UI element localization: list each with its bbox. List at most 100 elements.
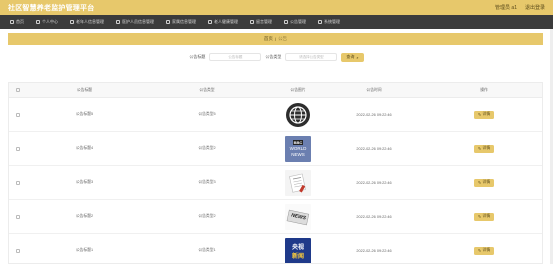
row-checkbox[interactable] xyxy=(16,248,20,253)
header-time[interactable]: 公告时间 xyxy=(324,88,424,93)
top-header: 社区智慧养老监护管理平台 管理员 a1 退出登录 xyxy=(0,0,553,15)
title-search-input[interactable]: 公告标题 xyxy=(209,53,262,61)
table-row: 公告标题3 公告类型3 2022-02-26 09:22:46 ✎ 详情 xyxy=(9,166,542,200)
bbc-news-text: NEWS xyxy=(291,152,305,157)
list-icon xyxy=(250,20,254,24)
nav-label: 系统管理 xyxy=(324,19,340,24)
table-row: 公告标题5 公告类型5 2022-02-26 09:22:46 ✎ 详情 xyxy=(9,98,542,132)
list-icon xyxy=(116,20,120,24)
edit-icon: ✎ xyxy=(477,147,482,151)
nav-label: 老人健康管理 xyxy=(214,19,238,24)
detail-button[interactable]: ✎ 详情 xyxy=(473,178,495,187)
cell-type: 公告类型2 xyxy=(198,214,216,218)
cell-title: 公告标题5 xyxy=(75,112,94,116)
announcement-table: 公告标题 公告类型 公告图片 公告时间 操作 公告标题5 公告类型5 2022-… xyxy=(8,82,543,264)
cctv-bottom-text: 新闻 xyxy=(291,253,304,260)
detail-button-label: 详情 xyxy=(482,214,491,218)
search-icon: ⌕ xyxy=(356,54,359,60)
nav-label: 个人中心 xyxy=(42,19,58,24)
edit-icon: ✎ xyxy=(477,113,482,117)
title-filter-label: 公告标题 xyxy=(189,54,206,59)
nav-family[interactable]: 家属信息管理 xyxy=(160,15,202,29)
cell-time: 2022-02-26 09:22:46 xyxy=(356,146,392,151)
cell-type: 公告类型3 xyxy=(198,180,216,184)
edit-icon: ✎ xyxy=(477,181,482,185)
cell-time: 2022-02-26 09:22:46 xyxy=(356,248,392,253)
detail-button[interactable]: ✎ 详情 xyxy=(473,110,495,119)
nav-medical[interactable]: 医护人员信息管理 xyxy=(110,15,160,29)
type-filter-label: 公告类型 xyxy=(265,54,282,59)
list-icon xyxy=(208,20,212,24)
home-icon xyxy=(10,20,14,24)
cell-title: 公告标题1 xyxy=(75,248,94,252)
cell-type: 公告类型2 xyxy=(198,146,216,150)
search-button-label: 查询 xyxy=(346,54,355,59)
detail-button[interactable]: ✎ 详情 xyxy=(473,212,495,221)
list-icon xyxy=(318,20,322,24)
cell-time: 2022-02-26 09:22:46 xyxy=(356,214,392,219)
announcement-image-newspaper[interactable] xyxy=(285,169,311,196)
breadcrumb-home[interactable]: 首页 xyxy=(264,36,273,42)
type-select[interactable]: 请选择公告类型 xyxy=(285,53,338,61)
nav-label: 医护人员信息管理 xyxy=(122,19,154,24)
header-action: 操作 xyxy=(480,87,488,92)
cell-type: 公告类型5 xyxy=(198,112,216,116)
search-button[interactable]: 查询 ⌕ xyxy=(341,52,364,62)
cell-type: 公告类型1 xyxy=(198,248,216,252)
announcement-image-globe[interactable] xyxy=(285,102,311,128)
detail-button-label: 详情 xyxy=(482,112,491,116)
list-icon xyxy=(284,20,288,24)
detail-button[interactable]: ✎ 详情 xyxy=(473,246,495,255)
list-icon xyxy=(166,20,170,24)
bbc-world-text: WORLD xyxy=(289,146,307,151)
cctv-top-text: 央视 xyxy=(291,244,304,251)
nav-label: 首页 xyxy=(16,19,24,24)
nav-messages[interactable]: 留言管理 xyxy=(244,15,278,29)
nav-system[interactable]: 系统管理 xyxy=(312,15,346,29)
nav-announcements[interactable]: 公告管理 xyxy=(278,15,312,29)
cell-time: 2022-02-26 09:22:46 xyxy=(356,112,392,117)
current-user[interactable]: 管理员 a1 xyxy=(495,4,517,11)
table-row: 公告标题1 公告类型1 央视 新闻 2022-02-26 09:22:46 ✎ 详… xyxy=(9,234,542,263)
table-row: 公告标题4 公告类型2 BBC WORLD NEWS 2022-02-26 09… xyxy=(9,132,542,166)
edit-icon: ✎ xyxy=(477,215,482,219)
nav-home[interactable]: 首页 xyxy=(4,15,30,29)
user-area: 管理员 a1 退出登录 xyxy=(495,4,545,11)
breadcrumb-separator: / xyxy=(274,36,277,42)
list-icon xyxy=(70,20,74,24)
header-type[interactable]: 公告类型 xyxy=(142,88,272,93)
header-title[interactable]: 公告标题 xyxy=(27,88,142,93)
cell-title: 公告标题3 xyxy=(75,180,94,184)
user-icon xyxy=(36,20,40,24)
detail-button-label: 详情 xyxy=(482,248,491,252)
app-title: 社区智慧养老监护管理平台 xyxy=(8,4,95,12)
main-nav: 首页 个人中心 老年人信息管理 医护人员信息管理 家属信息管理 老人健康管理 留… xyxy=(0,15,553,29)
row-checkbox[interactable] xyxy=(16,146,20,151)
table-row: 公告标题2 公告类型2 NEWS 2022-02-26 09:22:46 ✎ 详情 xyxy=(9,200,542,234)
cell-title: 公告标题2 xyxy=(75,214,94,218)
nav-label: 老年人信息管理 xyxy=(76,19,104,24)
row-checkbox[interactable] xyxy=(16,214,20,219)
bbc-logo-text: BBC xyxy=(292,140,304,145)
logout-link[interactable]: 退出登录 xyxy=(525,4,545,11)
announcement-image-cctv[interactable]: 央视 新闻 xyxy=(285,237,311,263)
breadcrumb: 首页 / 公告 xyxy=(8,33,543,45)
nav-health[interactable]: 老人健康管理 xyxy=(202,15,244,29)
breadcrumb-current: 公告 xyxy=(278,36,288,41)
row-checkbox[interactable] xyxy=(16,112,20,117)
nav-label: 留言管理 xyxy=(256,19,272,24)
select-all-checkbox[interactable] xyxy=(16,87,20,92)
announcement-image-news[interactable]: NEWS xyxy=(285,203,311,230)
edit-icon: ✎ xyxy=(477,249,482,253)
nav-elderly[interactable]: 老年人信息管理 xyxy=(64,15,110,29)
detail-button[interactable]: ✎ 详情 xyxy=(473,144,495,153)
search-bar: 公告标题 公告标题 公告类型 请选择公告类型 查询 ⌕ xyxy=(0,51,553,63)
header-image[interactable]: 公告图片 xyxy=(272,88,324,93)
detail-button-label: 详情 xyxy=(482,146,491,150)
nav-label: 公告管理 xyxy=(290,19,306,24)
nav-profile[interactable]: 个人中心 xyxy=(30,15,64,29)
nav-label: 家属信息管理 xyxy=(172,19,196,24)
announcement-image-bbc[interactable]: BBC WORLD NEWS xyxy=(285,135,311,162)
cell-title: 公告标题4 xyxy=(75,146,94,150)
row-checkbox[interactable] xyxy=(16,180,20,185)
